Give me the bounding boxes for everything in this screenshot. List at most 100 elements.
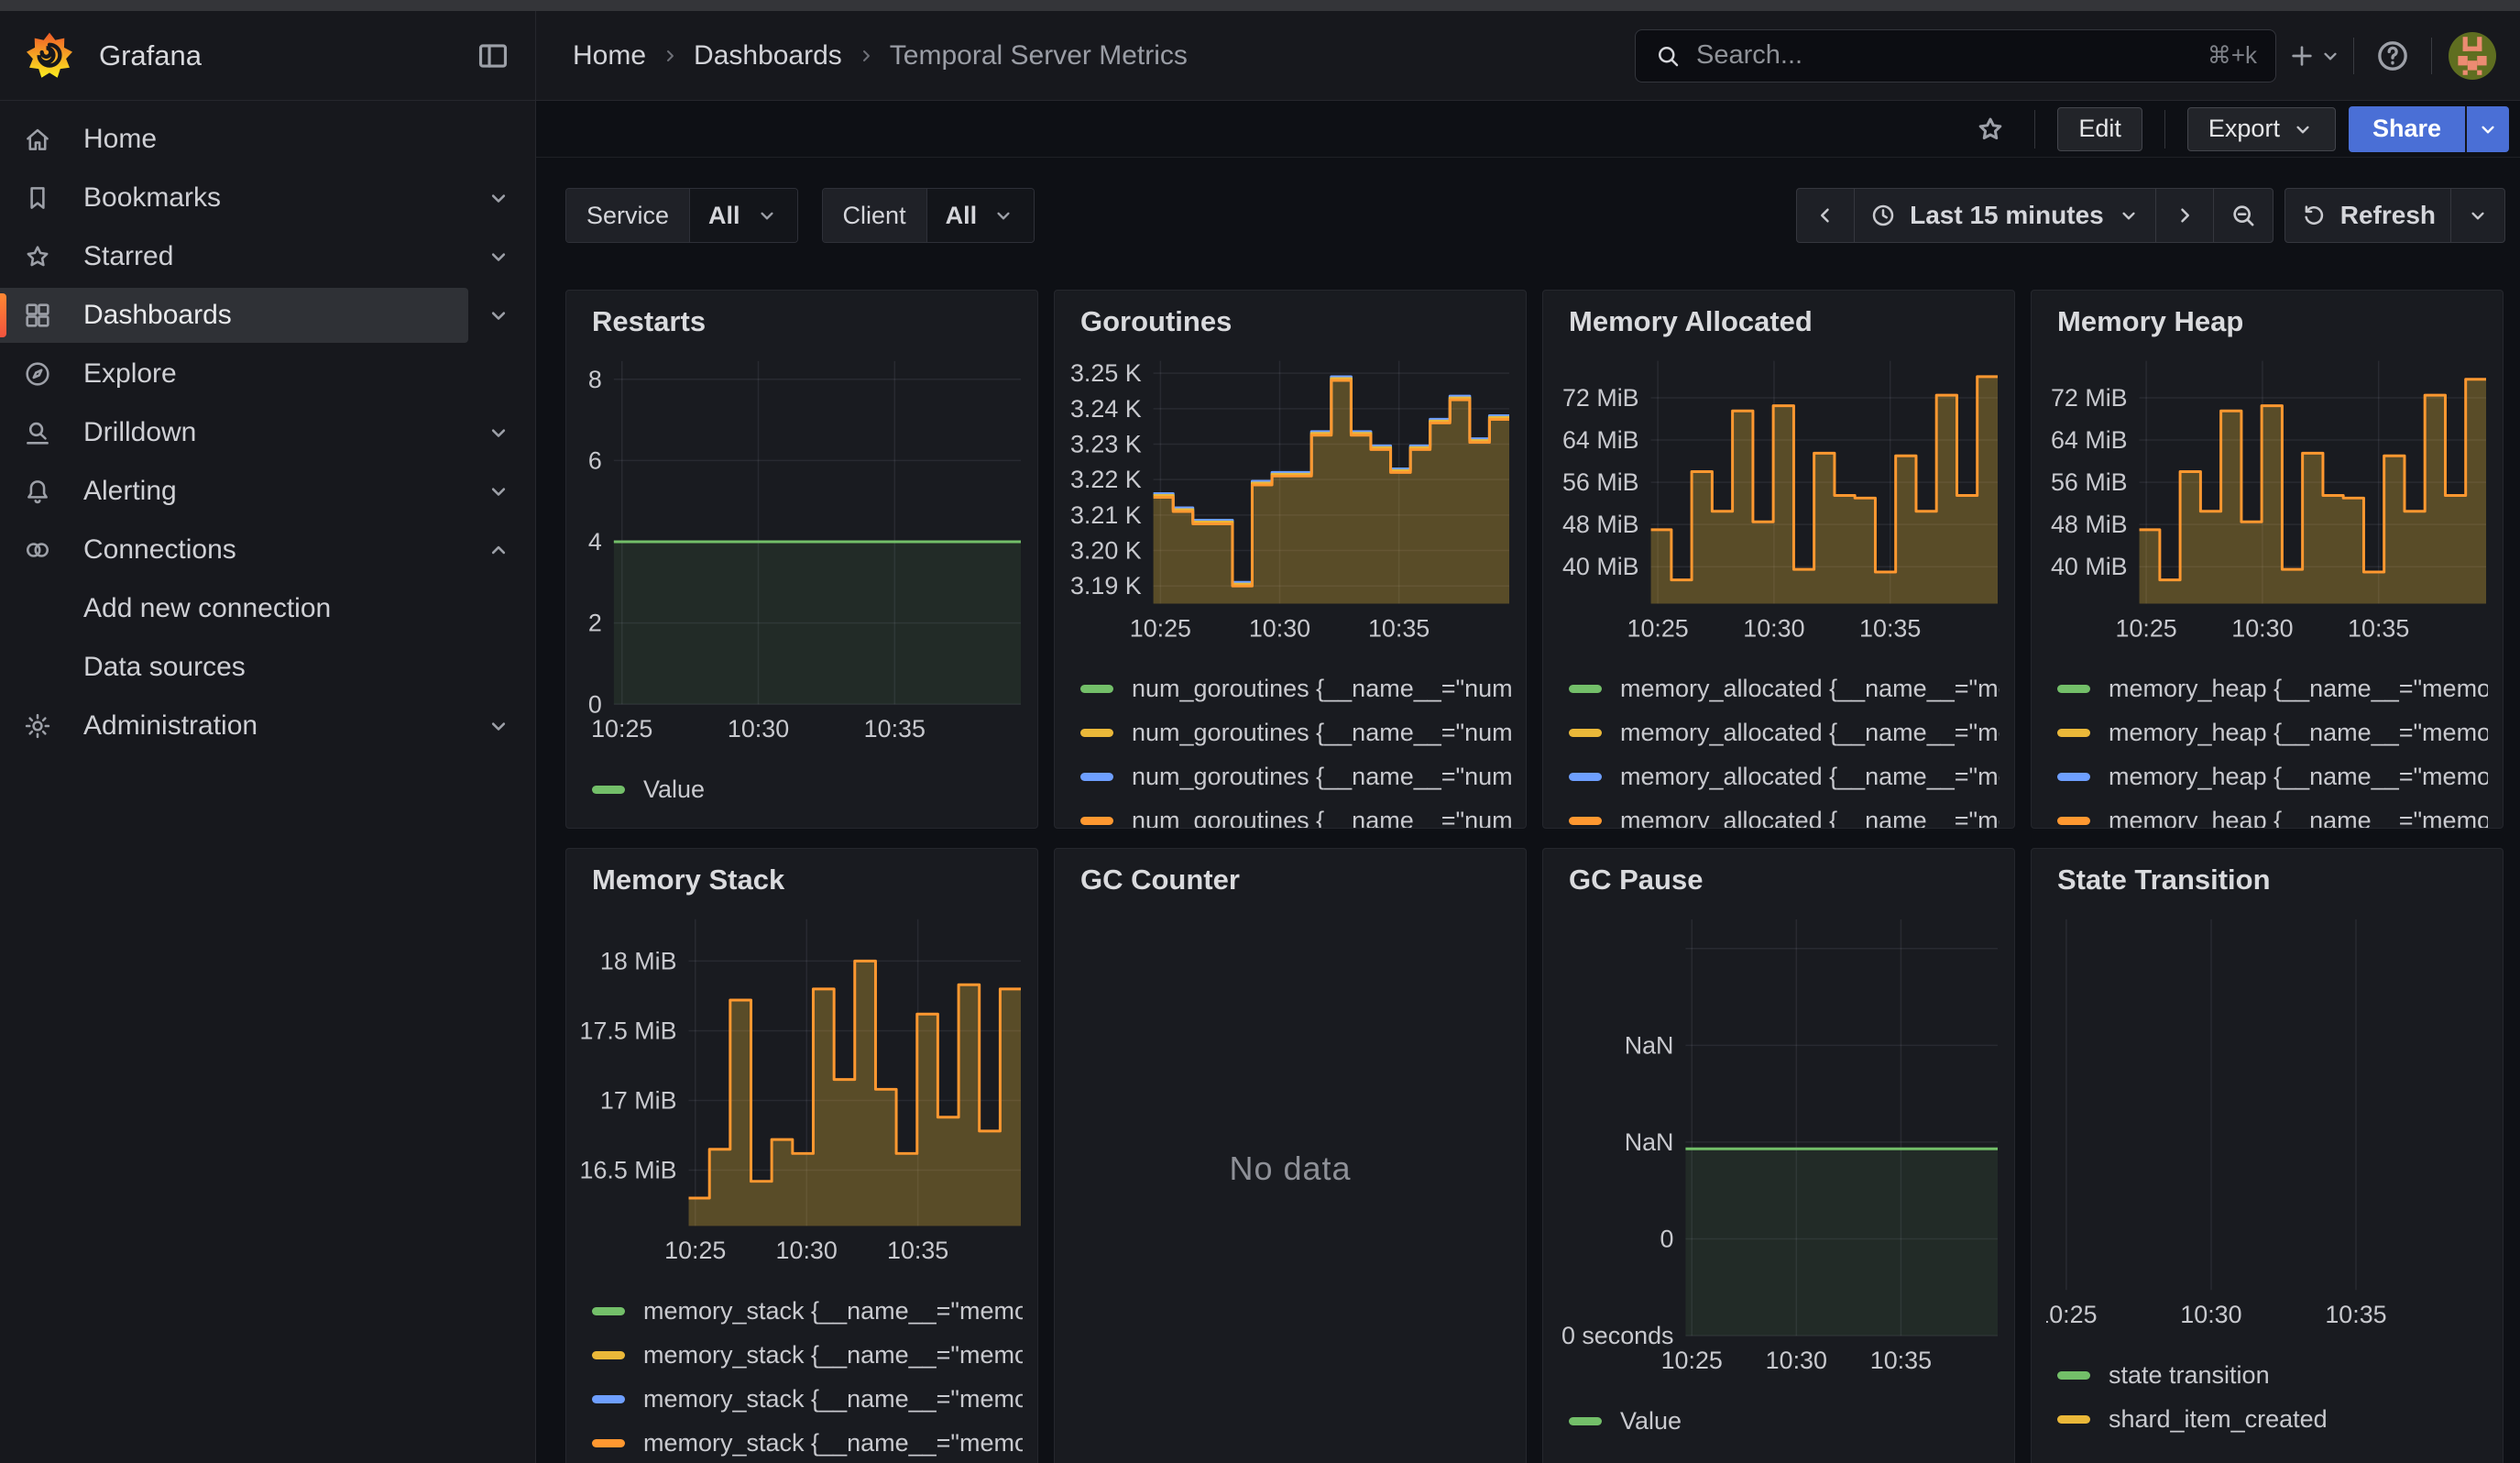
legend-item[interactable]: memory_stack {__name__="memory_stack" (592, 1421, 1023, 1463)
active-highlight (0, 288, 468, 343)
legend-item[interactable]: state transition (2057, 1353, 2488, 1397)
legend-series-color (1569, 773, 1602, 781)
chevron-down-icon[interactable] (486, 478, 511, 504)
sidebar-item-data-sources[interactable]: Data sources (0, 638, 535, 697)
svg-text:3.20 K: 3.20 K (1070, 536, 1142, 564)
legend-item[interactable]: Value (592, 767, 1023, 811)
svg-text:NaN: NaN (1625, 1128, 1674, 1156)
panel-restarts: Restarts 8642010:2510:3010:35 Value (565, 290, 1038, 829)
share-button[interactable]: Share (2349, 106, 2465, 152)
search-input[interactable]: Search... ⌘+k (1635, 29, 2276, 82)
connections-icon (15, 534, 60, 566)
legend-item[interactable]: memory_heap {__name__="memory_heap" (2057, 710, 2488, 754)
svg-text:10:25: 10:25 (1130, 614, 1191, 642)
time-range-picker[interactable]: Last 15 minutes (1855, 189, 2156, 242)
legend-item[interactable]: memory_heap {__name__="memory_heap" (2057, 754, 2488, 798)
panel-title[interactable]: State Transition (2057, 862, 2488, 898)
variable-value[interactable]: All (927, 189, 1035, 242)
time-range-label: Last 15 minutes (1910, 201, 2104, 230)
edit-button[interactable]: Edit (2057, 107, 2142, 151)
panel-title[interactable]: Goroutines (1080, 303, 1511, 340)
variable-dropdown-service[interactable]: Service All (565, 188, 798, 243)
breadcrumb-dashboards[interactable]: Dashboards (694, 40, 842, 72)
panel-title[interactable]: Memory Stack (592, 862, 1023, 898)
variable-dropdown-client[interactable]: Client All (822, 188, 1035, 243)
refresh-interval-button[interactable] (2451, 189, 2504, 242)
panel-gc-counter: GC Counter No data (1054, 848, 1527, 1463)
sidebar-item-add-new-connection[interactable]: Add new connection (0, 579, 535, 638)
svg-text:17 MiB: 17 MiB (600, 1086, 677, 1114)
favorite-star-icon[interactable] (1968, 107, 2012, 151)
legend-item[interactable]: num_goroutines {__name__="num_goroutines… (1080, 754, 1511, 798)
chevron-down-icon[interactable] (486, 185, 511, 211)
legend-series-label: Value (643, 776, 705, 804)
breadcrumb: HomeDashboardsTemporal Server Metrics (536, 11, 1635, 100)
panel-title[interactable]: Restarts (592, 303, 1023, 340)
chevron-down-icon[interactable] (486, 713, 511, 739)
legend-item[interactable]: memory_allocated {__name__="memory_alloc… (1569, 666, 2000, 710)
svg-text:10:30: 10:30 (1249, 614, 1310, 642)
chevron-down-icon[interactable] (486, 302, 511, 328)
search-shortcut: ⌘+k (2208, 41, 2257, 70)
panel-legend: state transitionshard_item_created (2057, 1353, 2488, 1441)
refresh-button[interactable]: Refresh (2285, 189, 2451, 242)
legend-item[interactable]: shard_item_created (2057, 1397, 2488, 1441)
legend-item[interactable]: num_goroutines {__name__="num_goroutines… (1080, 666, 1511, 710)
sidebar-toggle-icon[interactable] (471, 34, 515, 78)
chevron-down-icon[interactable] (486, 244, 511, 270)
legend-item[interactable]: num_goroutines {__name__="num_goroutines… (1080, 710, 1511, 754)
chevron-down-icon (2476, 117, 2500, 141)
sidebar-item-starred[interactable]: Starred (0, 227, 535, 286)
sidebar-item-home[interactable]: Home (0, 110, 535, 169)
chevron-down-icon (755, 204, 779, 227)
panel-title[interactable]: Memory Heap (2057, 303, 2488, 340)
export-button[interactable]: Export (2187, 107, 2336, 151)
legend-item[interactable]: memory_allocated {__name__="memory_alloc… (1569, 754, 2000, 798)
sidebar-item-alerting[interactable]: Alerting (0, 462, 535, 521)
chevron-right-icon (2171, 202, 2198, 229)
legend-item[interactable]: memory_stack {__name__="memory_stack" (592, 1289, 1023, 1333)
svg-text:3.25 K: 3.25 K (1070, 359, 1142, 387)
new-button[interactable] (2293, 34, 2337, 78)
avatar[interactable] (2449, 32, 2496, 80)
sidebar-item-dashboards[interactable]: Dashboards (0, 286, 535, 345)
legend-item[interactable]: memory_allocated {__name__="memory_alloc… (1569, 710, 2000, 754)
legend-item[interactable]: memory_allocated {__name__="memory_alloc… (1569, 798, 2000, 829)
sidebar-item-explore[interactable]: Explore (0, 345, 535, 403)
share-menu-button[interactable] (2465, 106, 2509, 152)
sidebar-item-bookmarks[interactable]: Bookmarks (0, 169, 535, 227)
chevron-down-icon[interactable] (486, 420, 511, 446)
legend-item[interactable]: num_goroutines {__name__="num_goroutines… (1080, 798, 1511, 829)
legend-item[interactable]: memory_heap {__name__="memory_heap" (2057, 666, 2488, 710)
variable-selected-option: All (946, 202, 978, 230)
legend-item[interactable]: memory_stack {__name__="memory_stack" (592, 1333, 1023, 1377)
compass-icon (15, 358, 60, 390)
panel-state-transition: State Transition 10:2510:3010:35 state t… (2031, 848, 2504, 1463)
sidebar-item-label: Starred (83, 241, 173, 272)
time-forward-button[interactable] (2156, 189, 2214, 242)
legend-series-color (2057, 817, 2090, 825)
zoom-out-button[interactable] (2214, 189, 2273, 242)
panel-title[interactable]: Memory Allocated (1569, 303, 2000, 340)
variable-value[interactable]: All (690, 189, 797, 242)
time-back-button[interactable] (1797, 189, 1855, 242)
chevron-up-icon[interactable] (486, 537, 511, 563)
svg-text:10:30: 10:30 (2180, 1301, 2241, 1328)
sidebar-item-drilldown[interactable]: Drilldown (0, 403, 535, 462)
grafana-app: Grafana HomeDashboardsTemporal Server Me… (0, 0, 2520, 1463)
legend-series-color (2057, 1371, 2090, 1380)
legend-item[interactable]: Value (1569, 1399, 2000, 1443)
svg-text:10:35: 10:35 (1859, 614, 1921, 642)
svg-text:10:30: 10:30 (728, 715, 789, 742)
breadcrumb-home[interactable]: Home (573, 40, 646, 72)
help-icon[interactable] (2371, 34, 2415, 78)
sidebar-item-connections[interactable]: Connections (0, 521, 535, 579)
panel-title[interactable]: GC Pause (1569, 862, 2000, 898)
grafana-logo-icon[interactable] (24, 30, 75, 82)
svg-text:18 MiB: 18 MiB (600, 947, 677, 974)
window-top-strip (0, 0, 2520, 11)
legend-item[interactable]: memory_heap {__name__="memory_heap" (2057, 798, 2488, 829)
svg-text:48 MiB: 48 MiB (1562, 511, 1639, 538)
legend-item[interactable]: memory_stack {__name__="memory_stack" (592, 1377, 1023, 1421)
sidebar-item-administration[interactable]: Administration (0, 697, 535, 755)
